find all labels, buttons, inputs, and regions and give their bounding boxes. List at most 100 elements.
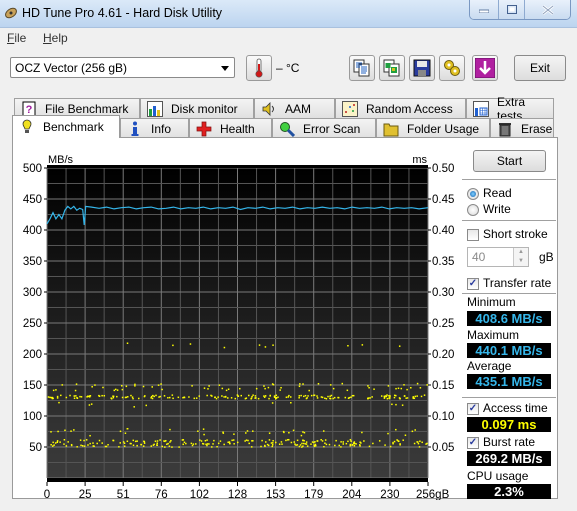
y-tick-label: 50	[29, 442, 42, 454]
menu-help[interactable]: Help	[43, 31, 68, 45]
menu-file[interactable]: File	[7, 31, 26, 45]
access-time-point	[340, 441, 342, 443]
tab-error-scan[interactable]: Error Scan	[272, 118, 376, 138]
write-radio[interactable]	[467, 204, 479, 216]
tab-aam[interactable]: AAM	[254, 98, 335, 118]
y2-tick-label: 0.30	[432, 287, 454, 299]
access-time-point	[293, 441, 296, 443]
access-time-point	[311, 441, 314, 443]
access-time-point	[269, 395, 271, 397]
spinner-arrows[interactable]: ▲ ▼	[513, 248, 528, 266]
access-time-point	[212, 443, 214, 445]
access-time-point	[271, 442, 274, 444]
tab-disk-monitor[interactable]: Disk monitor	[140, 98, 254, 118]
access-time-point	[114, 388, 117, 391]
short-stroke-input[interactable]: 40 ▲ ▼	[467, 247, 529, 267]
tab-random-access[interactable]: Random Access	[335, 98, 466, 118]
access-time-point	[350, 440, 352, 442]
access-time-point	[80, 444, 82, 447]
access-time-point	[182, 443, 184, 446]
access-time-point	[254, 395, 257, 397]
folder-icon	[383, 121, 399, 137]
title-bar: HD Tune Pro 4.61 - Hard Disk Utility	[0, 0, 577, 28]
access-time-point	[302, 445, 304, 447]
save-button[interactable]	[409, 55, 435, 81]
y-tick-label: 150	[23, 380, 42, 392]
access-time-point	[329, 384, 332, 386]
access-time-point	[333, 396, 336, 399]
access-time-point	[227, 441, 229, 444]
access-time-point	[271, 444, 274, 446]
burst-rate-value: 269.2 MB/s	[467, 451, 551, 466]
short-stroke-checkbox[interactable]	[467, 229, 479, 241]
access-time-point	[314, 444, 317, 447]
tab-health[interactable]: Health	[189, 118, 272, 138]
access-time-point	[73, 397, 76, 400]
access-time-point	[217, 442, 220, 445]
access-time-point	[156, 440, 159, 442]
transfer-rate-checkbox[interactable]: ✓	[467, 278, 479, 290]
access-time-point	[340, 446, 342, 448]
tab-folder-usage[interactable]: Folder Usage	[376, 118, 490, 138]
access-time-point	[154, 440, 157, 442]
access-time-point	[398, 345, 401, 347]
access-time-point	[126, 396, 129, 398]
access-time-point	[153, 395, 155, 398]
copy-screenshot-button[interactable]	[379, 55, 405, 81]
window-border	[564, 90, 577, 511]
access-time-point	[205, 443, 207, 446]
start-button[interactable]: Start	[473, 150, 546, 172]
access-time-point	[414, 395, 417, 398]
access-time-point	[143, 442, 146, 444]
minimize-button[interactable]	[470, 0, 498, 19]
drive-select[interactable]: OCZ Vector (256 gB)	[10, 57, 235, 78]
access-time-checkbox[interactable]: ✓	[467, 403, 479, 415]
access-time-point	[121, 396, 124, 399]
access-time-point	[303, 442, 305, 445]
access-time-point	[372, 442, 374, 445]
access-time-point	[302, 383, 304, 385]
close-button[interactable]	[524, 0, 570, 19]
burst-rate-label: Burst rate	[483, 435, 536, 449]
access-time-point	[229, 442, 231, 445]
access-time-point	[156, 442, 158, 444]
tab-info[interactable]: Info	[120, 118, 189, 138]
short-stroke-label: Short stroke	[483, 227, 548, 241]
access-time-point	[122, 441, 125, 443]
options-button[interactable]	[439, 55, 465, 81]
access-time-point	[79, 439, 82, 441]
speaker-icon	[261, 101, 277, 117]
access-time-point	[267, 386, 270, 389]
access-time-point	[168, 396, 171, 399]
tab-extra-tests[interactable]: Extra tests	[466, 95, 554, 123]
tab-erase[interactable]: Erase	[490, 118, 554, 138]
access-time-point	[188, 396, 190, 398]
download-arrow-icon	[475, 58, 495, 78]
maximize-button[interactable]	[498, 0, 524, 19]
update-button[interactable]	[472, 55, 498, 81]
access-time-point	[163, 395, 166, 397]
access-time-point	[206, 443, 209, 445]
read-radio[interactable]	[467, 188, 479, 200]
access-time-point	[189, 343, 192, 345]
access-time-point	[251, 395, 253, 398]
access-time-point	[317, 382, 320, 385]
access-time-point	[52, 445, 54, 447]
access-time-point	[344, 396, 347, 399]
access-time-point	[52, 389, 55, 392]
tab-benchmark[interactable]: Benchmark	[12, 115, 120, 138]
access-time-point	[124, 432, 127, 434]
access-time-point	[330, 394, 333, 397]
exit-button[interactable]: Exit	[514, 55, 566, 81]
burst-rate-checkbox[interactable]: ✓	[467, 437, 479, 449]
access-time-point	[298, 396, 300, 399]
access-time-point	[347, 344, 349, 347]
copy-text-button[interactable]	[349, 55, 375, 81]
access-time-point	[119, 430, 122, 433]
access-time-point	[395, 387, 397, 390]
temperature-button[interactable]	[246, 55, 272, 81]
access-time-point	[359, 444, 361, 446]
access-time-point	[244, 440, 246, 442]
access-time-point	[395, 394, 397, 397]
access-time-point	[164, 440, 166, 443]
